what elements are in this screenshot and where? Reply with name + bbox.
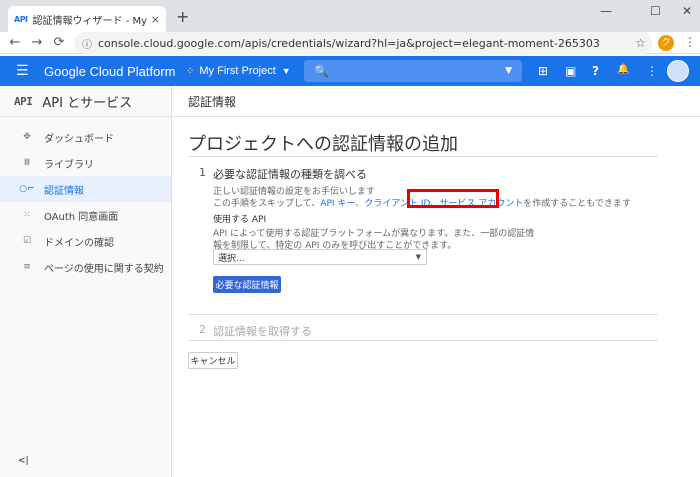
api-select[interactable]: 選択... ▼	[213, 249, 427, 265]
more-vert-icon[interactable]: ⋮	[646, 64, 658, 78]
dashboard-icon: ✥	[23, 132, 31, 142]
profile-avatar[interactable]: ク	[658, 35, 674, 51]
chevron-down-icon: ▼	[415, 253, 421, 261]
address-bar-row: ← → ⟳ ⓘ console.cloud.google.com/apis/cr…	[0, 32, 700, 54]
project-icon: ⁘	[186, 65, 195, 77]
settings-list-icon: ≡	[23, 262, 31, 272]
domain-icon: ☑	[22, 236, 32, 246]
sidebar-item-label: 認証情報	[44, 185, 84, 197]
required-credentials-button[interactable]: 必要な認証情報	[213, 276, 281, 293]
info-icon: ⓘ	[82, 39, 92, 51]
minimize-icon[interactable]: —	[600, 4, 612, 18]
sidebar-item-dashboard[interactable]: ✥ ダッシュボード	[0, 124, 171, 150]
tab-close-icon[interactable]: ×	[151, 13, 160, 26]
sidebar-item-credentials[interactable]: ○⌐ 認証情報	[0, 176, 171, 202]
api-key-link[interactable]: API キー	[320, 199, 355, 209]
divider	[188, 314, 658, 315]
skip-text-prefix: この手順をスキップして、	[213, 199, 321, 209]
project-name: My First Project	[199, 65, 276, 77]
highlight-box	[407, 189, 499, 208]
sidebar-title: API とサービス	[42, 95, 133, 111]
api-select-label: 使用する API	[213, 215, 267, 225]
sidebar-item-library[interactable]: Ⅲ ライブラリ	[0, 150, 171, 176]
key-icon: ○⌐	[19, 184, 35, 194]
notifications-icon[interactable]: 🔔	[617, 64, 629, 75]
back-icon[interactable]: ←	[4, 35, 26, 50]
step-title: 認証情報を取得する	[213, 325, 312, 338]
sidebar-item-oauth-consent[interactable]: ⁙ OAuth 同意画面	[0, 202, 171, 228]
browser-menu-icon[interactable]: ⋮	[684, 35, 696, 49]
step-number: 1	[199, 166, 206, 179]
sidebar-item-label: ドメインの確認	[44, 237, 114, 249]
url-field[interactable]: ⓘ console.cloud.google.com/apis/credenti…	[74, 32, 652, 54]
chevron-down-icon: ▼	[505, 66, 512, 76]
browser-tab[interactable]: API 認証情報ウィザード - My First Proje ×	[8, 6, 166, 32]
gcp-header: ☰ Google Cloud Platform ⁘ My First Proje…	[0, 56, 700, 86]
gift-icon[interactable]: ⊞	[538, 64, 548, 78]
maximize-icon[interactable]: ☐	[650, 4, 661, 18]
tab-title: 認証情報ウィザード - My First Proje	[32, 15, 147, 27]
step-number: 2	[199, 323, 206, 336]
hamburger-menu-icon[interactable]: ☰	[16, 63, 29, 79]
skip-text-suffix: を作成することもできます	[523, 199, 631, 209]
collapse-sidebar-icon[interactable]: <|	[18, 456, 29, 466]
sidebar-item-page-usage-agreements[interactable]: ≡ ページの使用に関する契約	[0, 254, 171, 280]
sidebar-item-label: ダッシュボード	[44, 133, 114, 145]
forward-icon[interactable]: →	[26, 35, 48, 50]
main-content: 認証情報 プロジェクトへの認証情報の追加 1 必要な認証情報の種類を調べる 正し…	[172, 86, 700, 477]
consent-icon: ⁙	[23, 210, 31, 220]
terminal-icon[interactable]: ▣	[565, 64, 576, 78]
api-favicon-icon: API	[14, 14, 28, 24]
divider	[188, 156, 658, 157]
sidebar: API API とサービス ✥ ダッシュボード Ⅲ ライブラリ ○⌐ 認証情報 …	[0, 86, 172, 477]
sidebar-header: API API とサービス	[0, 86, 171, 117]
api-logo-icon: API	[14, 94, 33, 108]
library-icon: Ⅲ	[23, 158, 31, 168]
project-selector[interactable]: ⁘ My First Project ▼	[186, 65, 291, 77]
select-value: 選択...	[218, 253, 245, 264]
sidebar-nav: ✥ ダッシュボード Ⅲ ライブラリ ○⌐ 認証情報 ⁙ OAuth 同意画面 ☑…	[0, 124, 171, 280]
close-window-icon[interactable]: ✕	[682, 4, 692, 18]
avatar[interactable]	[667, 60, 689, 82]
step-title: 必要な認証情報の種類を調べる	[213, 168, 367, 181]
chevron-down-icon: ▼	[281, 66, 291, 76]
sidebar-item-label: OAuth 同意画面	[44, 211, 119, 223]
sidebar-item-label: ライブラリ	[44, 159, 94, 171]
brand-title[interactable]: Google Cloud Platform	[44, 64, 176, 79]
divider	[188, 340, 658, 341]
separator: 、	[355, 199, 365, 209]
search-icon: 🔍	[314, 64, 329, 78]
sidebar-item-domain-verification[interactable]: ☑ ドメインの確認	[0, 228, 171, 254]
bookmark-star-icon[interactable]: ☆	[635, 36, 646, 50]
search-input[interactable]: 🔍 ▼	[304, 60, 522, 82]
new-tab-button[interactable]: +	[176, 7, 189, 26]
breadcrumb: 認証情報	[172, 86, 700, 117]
cancel-button[interactable]: キャンセル	[188, 352, 238, 369]
browser-tab-strip: API 認証情報ウィザード - My First Proje × + — ☐ ✕	[0, 0, 700, 32]
page-title: プロジェクトへの認証情報の追加	[188, 134, 458, 155]
sidebar-item-label: ページの使用に関する契約	[44, 263, 164, 275]
url-text: console.cloud.google.com/apis/credential…	[98, 36, 600, 50]
help-icon[interactable]: ?	[592, 64, 599, 78]
reload-icon[interactable]: ⟳	[48, 35, 70, 50]
